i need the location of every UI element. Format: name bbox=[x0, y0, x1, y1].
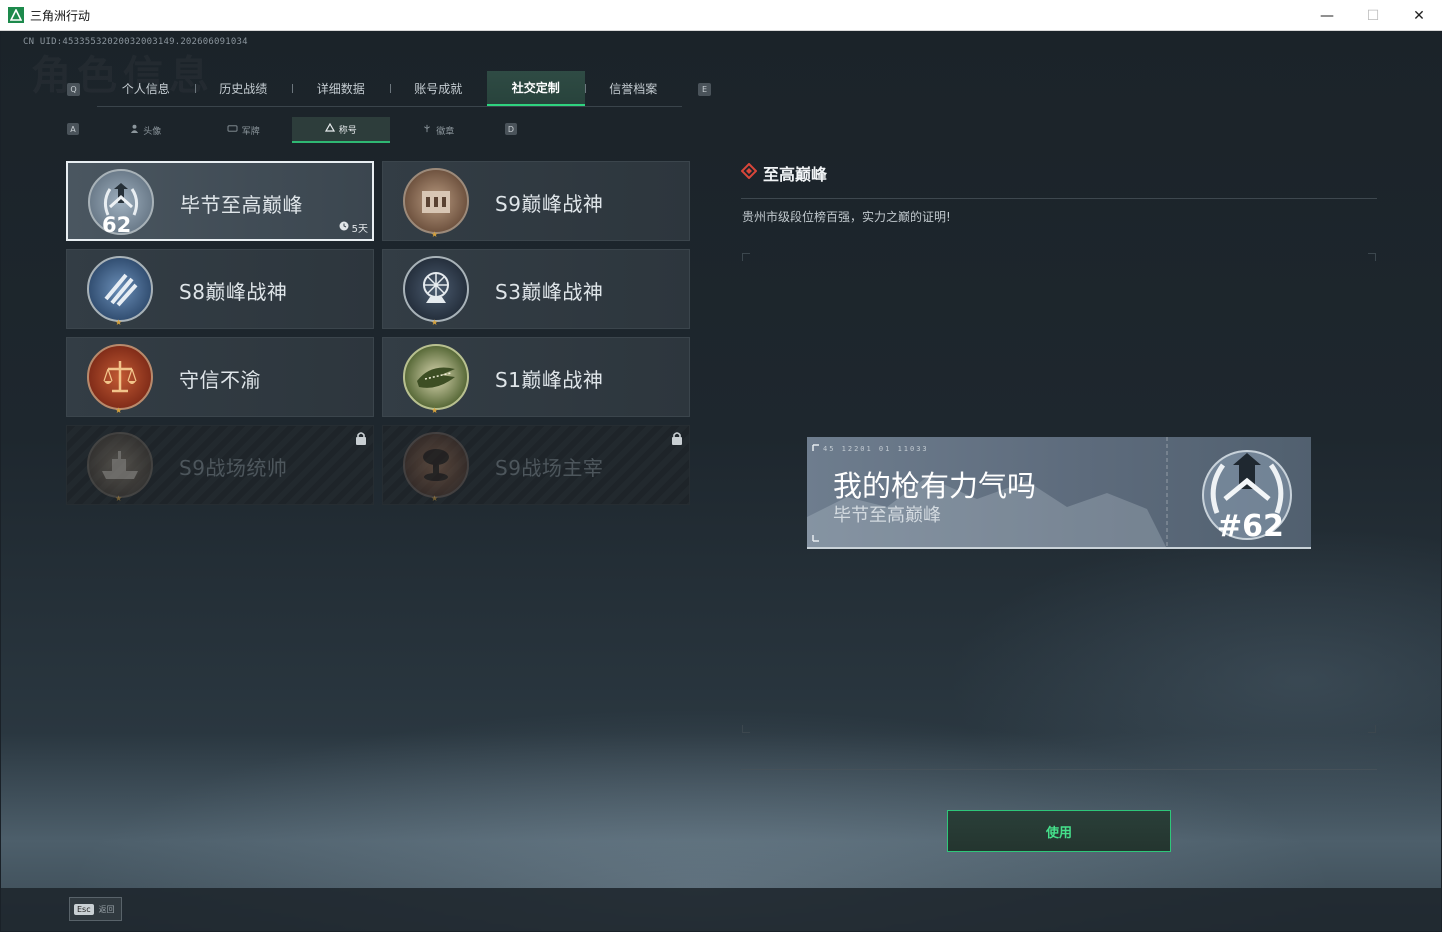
triangle-icon bbox=[324, 122, 335, 135]
tab-match-history[interactable]: 历史战绩 bbox=[194, 71, 293, 106]
banner-rank-number: #62 bbox=[1217, 509, 1284, 544]
banner-hero-text: 我的枪有力气吗 bbox=[833, 469, 1037, 503]
banner-sub-text: 毕节至高巅峰 bbox=[833, 505, 941, 526]
title-name: 毕节至高巅峰 bbox=[180, 193, 303, 217]
key-hint-e: E bbox=[698, 83, 711, 96]
star-icon: ★ bbox=[431, 230, 439, 239]
diamond-icon bbox=[740, 162, 758, 183]
detail-header: 至高巅峰 bbox=[740, 161, 828, 185]
star-icon: ★ bbox=[431, 318, 439, 327]
title-card-keep-faith[interactable]: ★ 守信不渝 bbox=[66, 337, 374, 417]
subtab-title-label: 称号 bbox=[338, 125, 357, 136]
subtab-avatar-label: 头像 bbox=[143, 126, 162, 137]
person-icon bbox=[130, 124, 139, 136]
use-button[interactable]: 使用 bbox=[947, 810, 1171, 852]
title-name: 守信不渝 bbox=[179, 368, 261, 392]
detail-description: 贵州市级段位榜百强，实力之巅的证明! bbox=[742, 210, 951, 224]
minimize-button[interactable]: — bbox=[1304, 0, 1350, 31]
back-label: 返回 bbox=[98, 904, 115, 914]
expiry-timer-label: 5天 bbox=[351, 224, 368, 235]
title-name: S9巅峰战神 bbox=[495, 192, 604, 216]
banner-code: 45 12201 01 11033 bbox=[823, 445, 929, 453]
key-hint-d: D bbox=[505, 123, 517, 135]
title-name: S9战场统帅 bbox=[179, 456, 288, 480]
title-card-s9-dominator[interactable]: ★ S9战场主宰 bbox=[382, 425, 690, 505]
window-title: 三角洲行动 bbox=[30, 8, 91, 23]
detail-title: 至高巅峰 bbox=[763, 165, 828, 184]
tab-personal-info[interactable]: 个人信息 bbox=[97, 71, 195, 106]
clock-icon bbox=[339, 221, 349, 234]
tab-credit-record[interactable]: 信誉档案 bbox=[584, 71, 683, 106]
badge-icon bbox=[422, 124, 432, 136]
subtab-dogtag[interactable]: 军牌 bbox=[195, 117, 293, 143]
star-icon: ★ bbox=[431, 406, 439, 415]
battleship-emblem-icon bbox=[87, 432, 153, 498]
mushroom-cloud-emblem-icon bbox=[403, 432, 469, 498]
star-icon: ★ bbox=[115, 494, 123, 503]
title-grid: 62 毕节至高巅峰 5天 ★ S9巅峰战神 ★ S8巅峰战神 ★ S3巅峰战神 … bbox=[66, 161, 690, 505]
game-viewport: 角色信息 CN UID:4533553202003200314​9.202606… bbox=[1, 31, 1441, 931]
close-button[interactable]: ✕ bbox=[1396, 0, 1442, 31]
crocodile-emblem-icon bbox=[403, 344, 469, 410]
lock-icon bbox=[355, 430, 367, 445]
key-hint-a: A bbox=[67, 123, 79, 135]
divider bbox=[741, 198, 1377, 199]
star-icon: ★ bbox=[115, 406, 123, 415]
title-card-s8-war-god[interactable]: ★ S8巅峰战神 bbox=[66, 249, 374, 329]
title-preview-banner: 45 12201 01 11033 我的枪有力气吗 毕节至高巅峰 #62 bbox=[807, 437, 1311, 549]
sub-tab-bar: 头像 军牌 称号 徽章 bbox=[97, 117, 487, 143]
subtab-title[interactable]: 称号 bbox=[292, 117, 390, 143]
scales-emblem-icon bbox=[87, 344, 153, 410]
star-icon: ★ bbox=[431, 494, 439, 503]
rank-number: 62 bbox=[102, 213, 132, 237]
title-card-s9-commander[interactable]: ★ S9战场统帅 bbox=[66, 425, 374, 505]
star-icon: ★ bbox=[115, 318, 123, 327]
s8-stripes-emblem-icon bbox=[87, 256, 153, 322]
esc-key-hint: Esc bbox=[74, 903, 94, 915]
subtab-dogtag-label: 军牌 bbox=[241, 126, 260, 137]
tab-social-custom[interactable]: 社交定制 bbox=[487, 71, 585, 106]
s9-fortress-emblem-icon bbox=[403, 168, 469, 234]
subtab-avatar[interactable]: 头像 bbox=[97, 117, 195, 143]
tab-detailed-stats[interactable]: 详细数据 bbox=[292, 71, 390, 106]
footer-bar: Esc 返回 bbox=[1, 888, 1441, 931]
maximize-button[interactable]: ☐ bbox=[1350, 0, 1396, 31]
title-card-s3-war-god[interactable]: ★ S3巅峰战神 bbox=[382, 249, 690, 329]
title-name: S8巅峰战神 bbox=[179, 280, 288, 304]
app-logo-icon bbox=[8, 7, 24, 23]
back-button[interactable]: Esc 返回 bbox=[69, 897, 122, 921]
key-hint-q: Q bbox=[67, 83, 80, 96]
tab-achievements[interactable]: 账号成就 bbox=[389, 71, 488, 106]
title-name: S1巅峰战神 bbox=[495, 368, 604, 392]
title-card-s9-war-god[interactable]: ★ S9巅峰战神 bbox=[382, 161, 690, 241]
expiry-timer: 5天 bbox=[339, 220, 368, 235]
title-card-s1-war-god[interactable]: ★ S1巅峰战神 bbox=[382, 337, 690, 417]
dogtag-icon bbox=[227, 124, 238, 136]
title-name: S3巅峰战神 bbox=[495, 280, 604, 304]
lock-icon bbox=[671, 430, 683, 445]
title-card-bijie-peak[interactable]: 62 毕节至高巅峰 5天 bbox=[66, 161, 374, 241]
window-titlebar: 三角洲行动 — ☐ ✕ bbox=[0, 0, 1442, 31]
subtab-badge-label: 徽章 bbox=[436, 126, 455, 137]
main-tab-bar: 个人信息 历史战绩 详细数据 账号成就 社交定制 信誉档案 bbox=[97, 71, 682, 107]
divider bbox=[741, 769, 1377, 770]
subtab-badge[interactable]: 徽章 bbox=[390, 117, 488, 143]
title-name: S9战场主宰 bbox=[495, 456, 604, 480]
s3-globe-emblem-icon bbox=[403, 256, 469, 322]
player-uid: CN UID:4533553202003200314​9.20260609103… bbox=[23, 37, 248, 47]
